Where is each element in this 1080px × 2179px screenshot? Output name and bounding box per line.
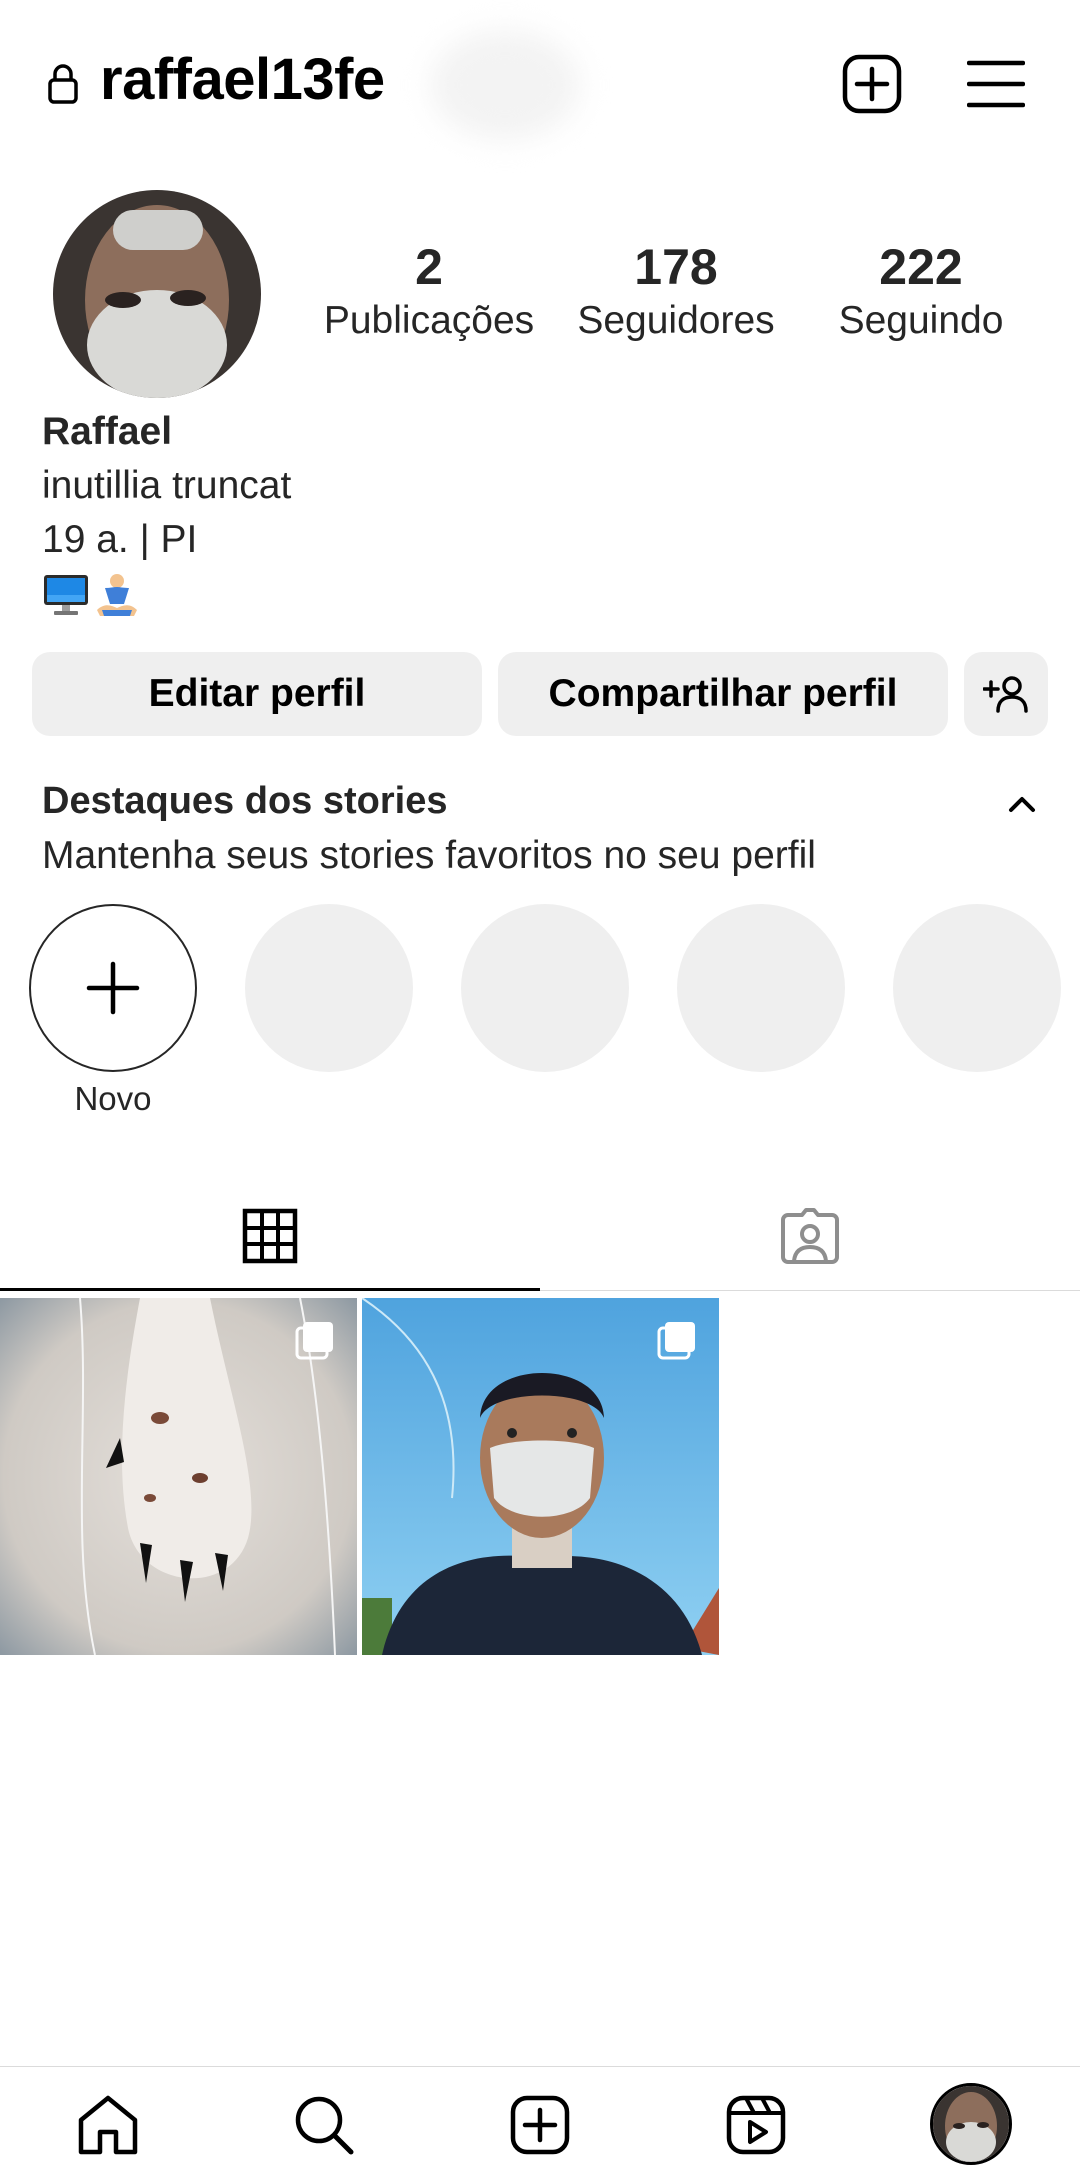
post-thumbnail[interactable] bbox=[0, 1298, 357, 1655]
button-label: Editar perfil bbox=[148, 672, 366, 715]
person-meditating-icon bbox=[97, 574, 137, 616]
profile-avatar[interactable] bbox=[53, 190, 261, 398]
active-tab-indicator bbox=[0, 1288, 540, 1291]
stat-label: Seguindo bbox=[838, 299, 1004, 342]
profile-name: Raffael bbox=[42, 410, 173, 453]
nav-create[interactable] bbox=[502, 2087, 578, 2163]
add-person-icon bbox=[983, 676, 1028, 713]
menu-button[interactable] bbox=[964, 52, 1028, 116]
tagged-person-icon bbox=[781, 1208, 839, 1264]
new-highlight-button[interactable] bbox=[29, 904, 197, 1072]
stat-value: 222 bbox=[879, 239, 963, 295]
nav-search[interactable] bbox=[286, 2087, 362, 2163]
stat-label: Publicações bbox=[323, 299, 535, 342]
highlight-placeholder bbox=[461, 904, 629, 1072]
blurred-region bbox=[430, 30, 580, 140]
plus-square-icon bbox=[842, 54, 902, 114]
highlights-subtitle: Mantenha seus stories favoritos no seu p… bbox=[42, 834, 816, 877]
followers-count[interactable]: 178 Seguidores bbox=[561, 238, 791, 346]
highlight-placeholder bbox=[677, 904, 845, 1072]
edit-profile-button[interactable]: Editar perfil bbox=[32, 652, 482, 736]
share-profile-button[interactable]: Compartilhar perfil bbox=[498, 652, 948, 736]
bio-line: 19 a. | PI bbox=[42, 518, 198, 561]
lock-icon bbox=[48, 64, 78, 104]
nav-profile-avatar[interactable] bbox=[930, 2083, 1012, 2165]
nav-reels[interactable] bbox=[718, 2087, 794, 2163]
top-bar: raffael13fe bbox=[0, 0, 1080, 170]
profile-bio: Raffael inutillia truncat 19 a. | PI bbox=[42, 405, 291, 619]
tab-tagged[interactable] bbox=[540, 1180, 1080, 1292]
stat-value: 178 bbox=[634, 239, 718, 295]
post-thumbnail[interactable] bbox=[362, 1298, 719, 1655]
plus-icon bbox=[86, 961, 140, 1015]
create-icon bbox=[510, 2095, 570, 2155]
highlight-placeholder bbox=[893, 904, 1061, 1072]
new-highlight-label: Novo bbox=[74, 1080, 152, 1117]
profile-username[interactable]: raffael13fe bbox=[100, 46, 385, 113]
multiple-images-icon bbox=[657, 1322, 695, 1360]
chevron-up-icon[interactable] bbox=[1005, 790, 1039, 818]
create-post-button[interactable] bbox=[840, 52, 904, 116]
button-label: Compartilhar perfil bbox=[548, 672, 898, 715]
multiple-images-icon bbox=[295, 1322, 333, 1360]
tab-posts-grid[interactable] bbox=[0, 1180, 540, 1292]
stat-label: Seguidores bbox=[577, 299, 775, 342]
bio-line: inutillia truncat bbox=[42, 464, 292, 507]
hamburger-menu-icon bbox=[967, 60, 1025, 108]
posts-count[interactable]: 2 Publicações bbox=[314, 238, 544, 346]
stat-value: 2 bbox=[415, 239, 443, 295]
search-icon bbox=[295, 2096, 354, 2155]
computer-icon bbox=[44, 575, 88, 615]
highlight-placeholder bbox=[245, 904, 413, 1072]
home-icon bbox=[78, 2095, 138, 2155]
nav-home[interactable] bbox=[70, 2087, 146, 2163]
grid-icon bbox=[242, 1208, 298, 1264]
discover-people-button[interactable] bbox=[964, 652, 1048, 736]
bio-emojis bbox=[42, 571, 291, 619]
reels-icon bbox=[726, 2095, 786, 2155]
bottom-navigation bbox=[0, 2066, 1080, 2179]
following-count[interactable]: 222 Seguindo bbox=[806, 238, 1036, 346]
highlights-title: Destaques dos stories bbox=[42, 780, 448, 822]
